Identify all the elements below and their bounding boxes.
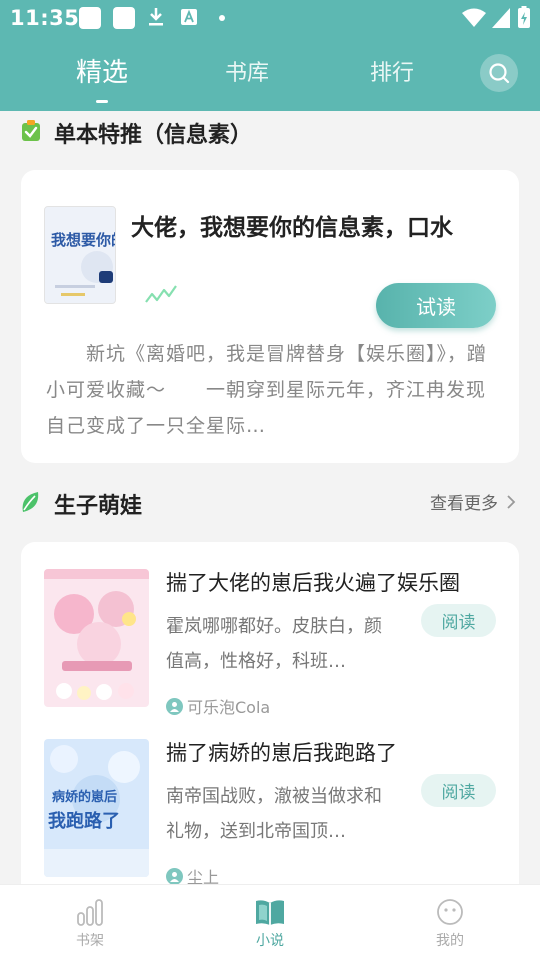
book-cover xyxy=(44,569,149,707)
book-description: 霍岚哪哪都好。皮肤白，颜值高，性格好，科班… xyxy=(166,616,382,672)
read-button[interactable]: 阅读 xyxy=(421,774,496,807)
status-time: 11:35 xyxy=(10,6,80,30)
book-title[interactable]: 大佬，我想要你的信息素，口水 xyxy=(131,208,453,242)
cover-art: 我想要你的信息素 xyxy=(45,207,116,303)
nav-label: 小说 xyxy=(256,933,284,949)
search-button[interactable] xyxy=(480,54,518,92)
book-description: 新坑《离婚吧，我是冒牌替身【娱乐圈】》，蹭小可爱收藏～ 一朝穿到星际元年，齐江冉… xyxy=(46,343,488,437)
top-tabs: 精选 书库 排行 xyxy=(0,55,540,95)
clipboard-check-icon xyxy=(22,120,40,141)
tab-library[interactable]: 书库 xyxy=(225,55,269,87)
featured-book-card[interactable]: 我想要你的信息素 大佬，我想要你的信息素，口水 试读 新坑《离婚吧，我是冒牌替身… xyxy=(21,170,519,463)
book-cover: 我想要你的信息素 xyxy=(44,206,116,304)
author-avatar-icon xyxy=(166,867,183,885)
open-book-icon xyxy=(256,900,284,925)
book-title[interactable]: 揣了病娇的崽后我跑路了 xyxy=(166,737,397,767)
notification-icon xyxy=(79,7,101,29)
list-item[interactable]: 揣了大佬的崽后我火遍了娱乐圈 霍岚哪哪都好。皮肤白，颜值高，性格好，科班… 阅读… xyxy=(21,542,519,717)
status-bar: 11:35 xyxy=(0,0,540,38)
book-description: 南帝国战败，澈被当做求和礼物，送到北帝国顶… xyxy=(166,786,382,842)
view-more-label: 查看更多 xyxy=(430,494,498,514)
tab-featured[interactable]: 精选 xyxy=(76,52,128,89)
nav-bookshelf[interactable]: 书架 xyxy=(60,897,120,950)
cover-art: 病娇的崽后 我跑路了 xyxy=(44,739,149,877)
chevron-right-icon xyxy=(507,494,516,509)
battery-charging-icon xyxy=(518,6,530,28)
nav-label: 我的 xyxy=(436,933,464,949)
nav-label: 书架 xyxy=(76,933,104,949)
bottom-navigation: 书架 小说 我的 xyxy=(0,884,540,960)
signal-icon xyxy=(492,8,510,28)
wifi-icon xyxy=(462,8,486,27)
active-tab-indicator xyxy=(96,100,108,103)
book-list-card: 揣了大佬的崽后我火遍了娱乐圈 霍岚哪哪都好。皮肤白，颜值高，性格好，科班… 阅读… xyxy=(21,542,519,902)
nav-profile[interactable]: 我的 xyxy=(420,897,480,950)
cover-text: 我跑路了 xyxy=(48,810,120,832)
cover-text: 我想要你的信息素 xyxy=(51,231,116,249)
more-notifications-icon xyxy=(219,15,225,21)
download-icon xyxy=(149,8,163,26)
app-header: 11:35 精选 书库 排行 xyxy=(0,0,540,111)
list-item[interactable]: 病娇的崽后 我跑路了 揣了病娇的崽后我跑路了 南帝国战败，澈被当做求和礼物，送到… xyxy=(21,712,519,887)
search-icon xyxy=(489,63,510,84)
bookshelf-icon xyxy=(77,899,103,926)
section-title-pregnancy: 生子萌娃 xyxy=(54,494,143,519)
zigzag-decoration-icon xyxy=(145,285,177,303)
tab-ranking[interactable]: 排行 xyxy=(370,55,414,87)
leaf-icon xyxy=(22,492,39,512)
profile-face-icon xyxy=(437,899,463,925)
notification-icon xyxy=(113,7,135,29)
read-button[interactable]: 阅读 xyxy=(421,604,496,637)
cover-text: 病娇的崽后 xyxy=(52,789,117,805)
try-read-button[interactable]: 试读 xyxy=(376,283,496,328)
view-more-link[interactable]: 查看更多 xyxy=(430,489,516,514)
section-title-featured: 单本特推（信息素） xyxy=(54,123,253,148)
book-title[interactable]: 揣了大佬的崽后我火遍了娱乐圈 xyxy=(166,567,460,597)
cover-art xyxy=(44,569,149,707)
nav-novels[interactable]: 小说 xyxy=(240,897,300,950)
text-icon xyxy=(181,9,197,25)
book-cover: 病娇的崽后 我跑路了 xyxy=(44,739,149,877)
